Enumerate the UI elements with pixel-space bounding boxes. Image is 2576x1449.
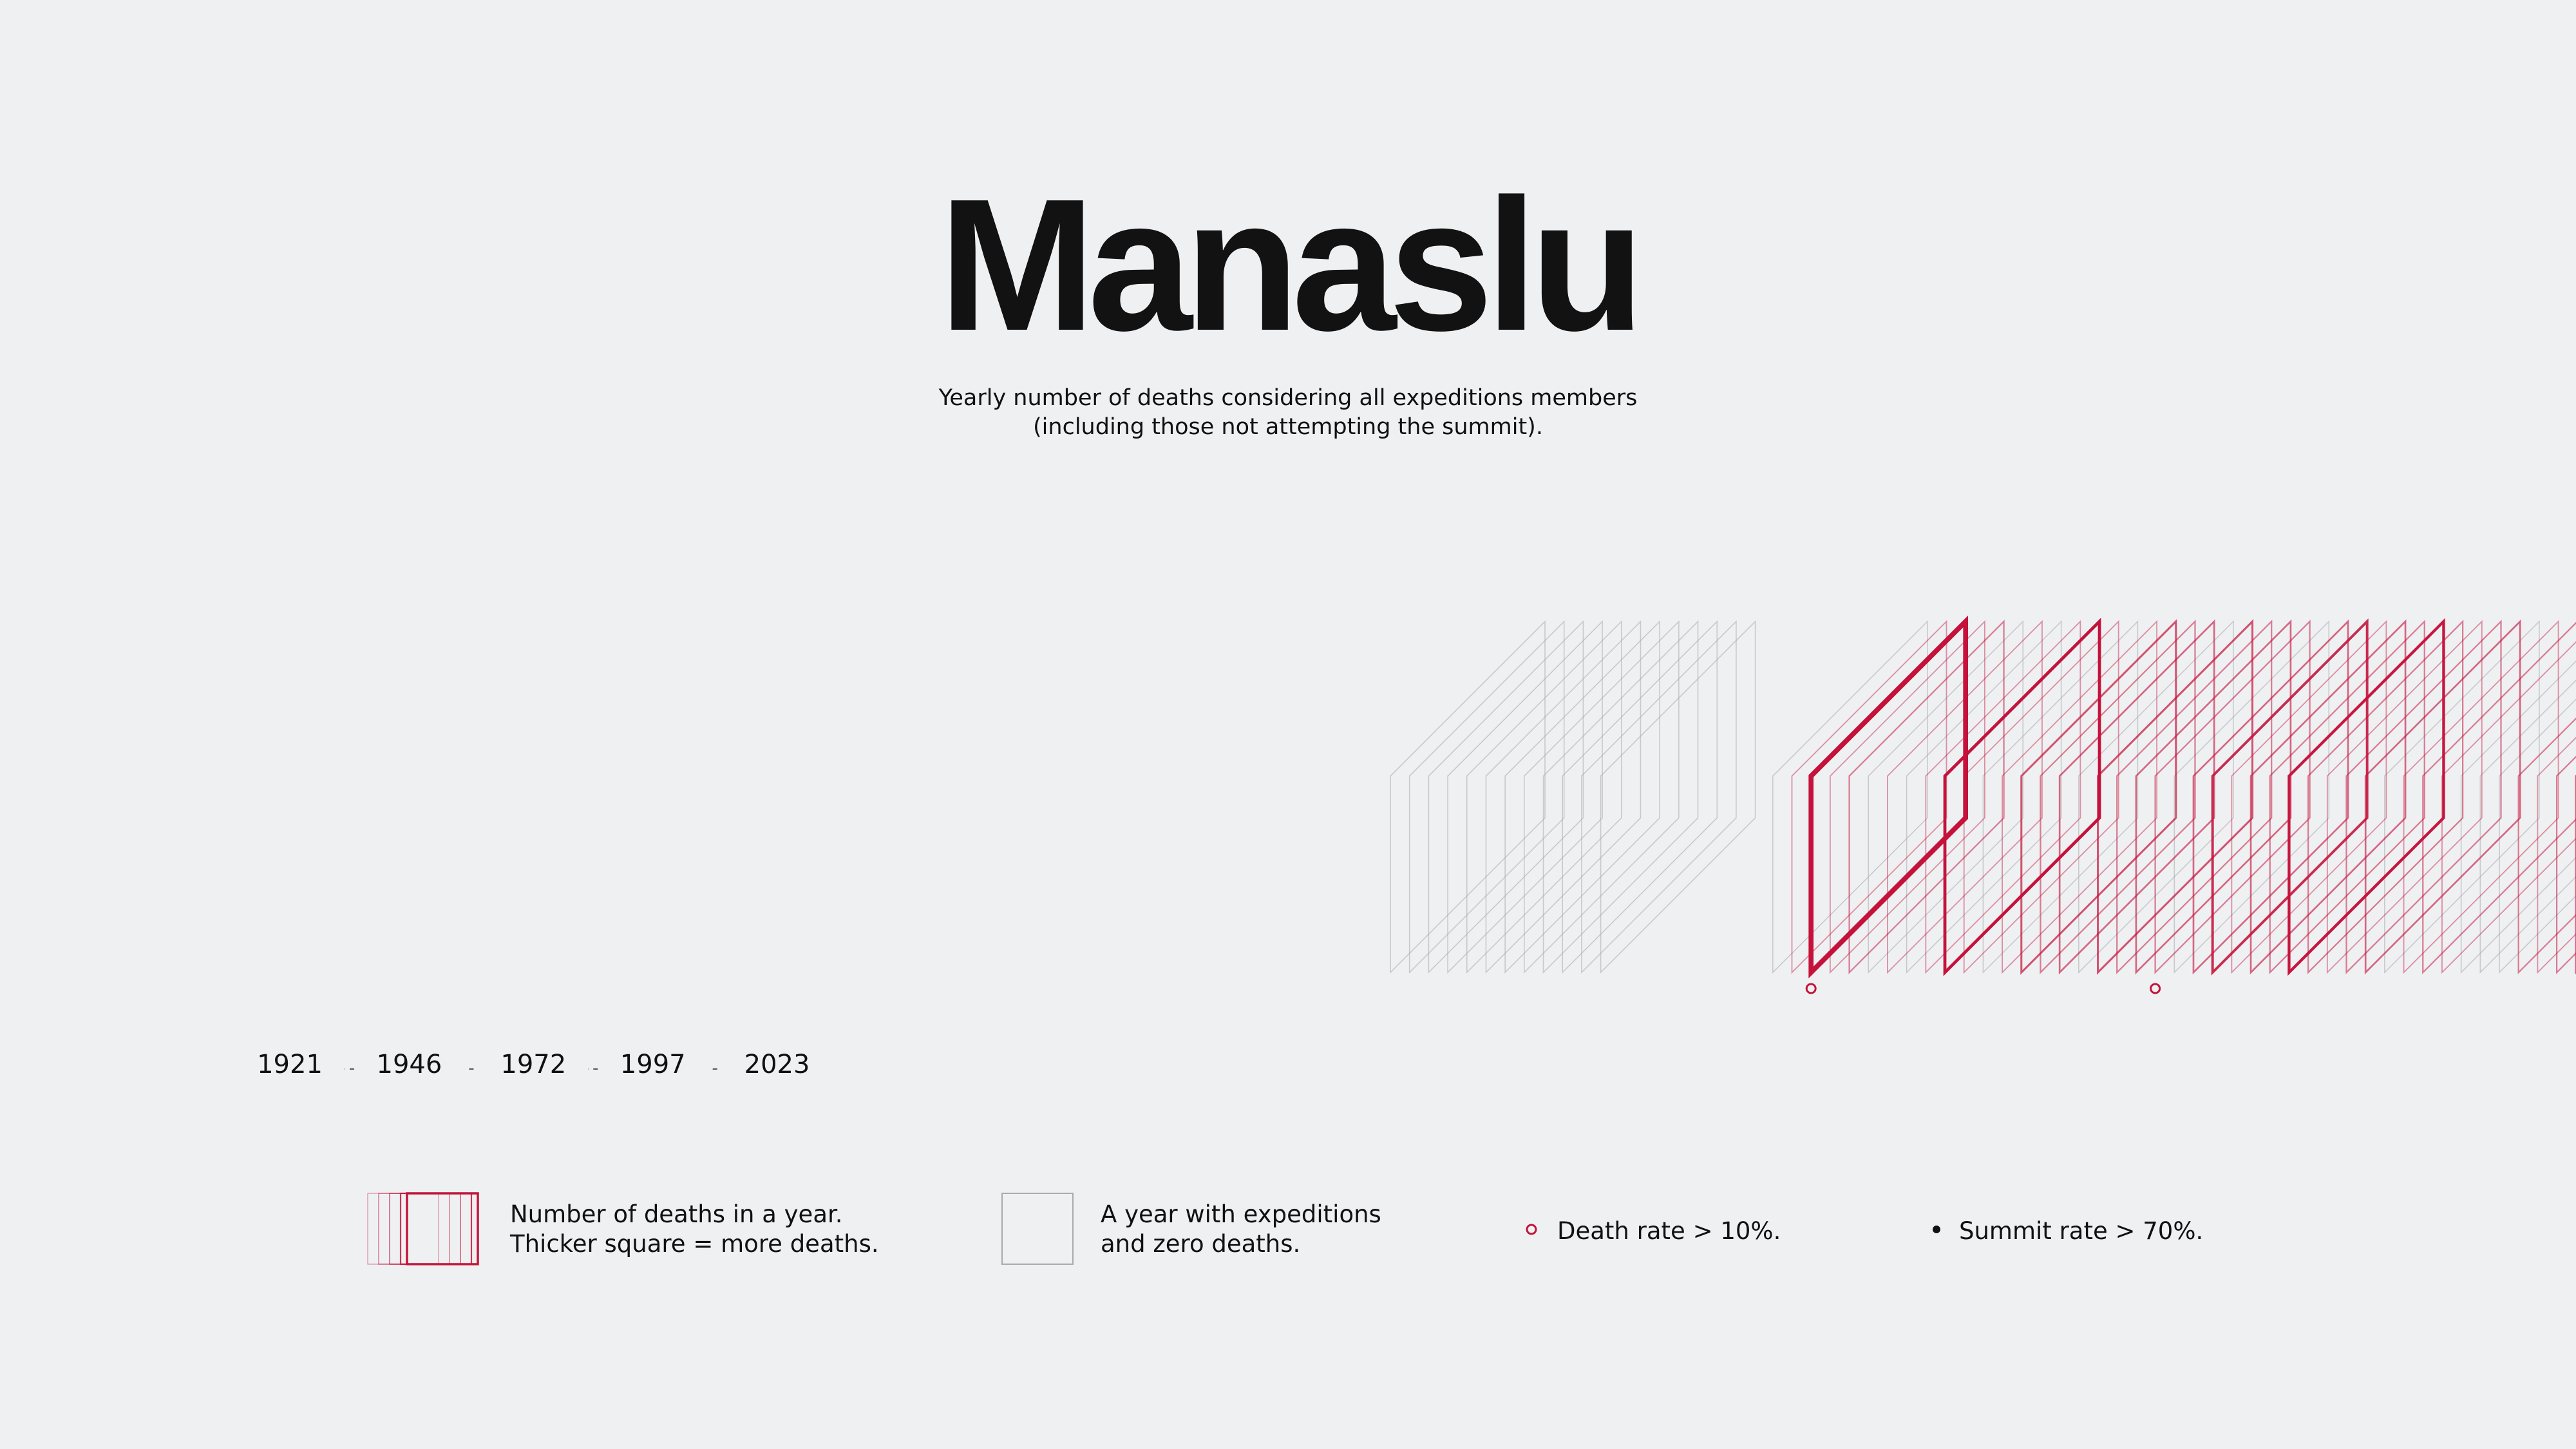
year-square-2003 [2403,620,2559,974]
year-square-1953 [1447,620,1603,974]
legend-summit-rate-icon [1933,1226,1940,1233]
year-square-1978 [1925,620,2081,974]
legend-zero-line-2: and zero deaths. [1101,1230,1301,1258]
x-tick-label-1972: 1972 [500,1050,567,1079]
x-tick-label-2023: 2023 [744,1050,810,1079]
legend-deaths-line-2: Thicker square = more deaths. [510,1230,879,1258]
year-square-1994 [2231,620,2387,974]
legend-summit-rate-text: Summit rate > 70%. [1959,1217,2204,1245]
year-square-1955 [1485,620,1642,974]
legend-zero-line-1: A year with expeditions [1101,1200,1381,1228]
year-square-1956 [1504,620,1660,974]
legend-death-rate-icon [1526,1224,1537,1235]
year-square-2000 [2345,620,2502,974]
year-square-1960 [1581,620,1737,974]
year-square-1961 [1600,620,1756,974]
year-square-1952 [1428,620,1584,974]
year-square-1990 [2154,620,2311,974]
x-tick-label-1946: 1946 [376,1050,442,1079]
year-square-1986 [2078,620,2234,974]
year-square-1971 [1791,620,1947,974]
year-square-1980 [1963,620,2119,974]
year-square-1984 [2040,620,2196,974]
year-square-1995 [2249,619,2407,975]
year-square-2002 [2384,620,2540,974]
year-square-1973 [1829,620,1985,974]
legend-death-rate-text: Death rate > 10%. [1557,1217,1781,1245]
year-square-1977 [1906,620,2062,974]
year-square-1998 [2307,620,2464,974]
death-rate-marker-1972 [1805,983,1817,994]
legend-deaths-text: Number of deaths in a year. Thicker squa… [510,1200,879,1259]
year-square-1950 [1390,620,1546,974]
death-rate-marker-1990 [2150,983,2161,994]
x-tick-label-1921: 1921 [257,1050,323,1079]
year-square-1974 [1848,620,2005,974]
year-square-1970 [1772,620,1928,974]
year-square-2009 [2517,717,2576,974]
year-square-1958 [1542,620,1699,974]
legend-zero-text: A year with expeditions and zero deaths. [1101,1200,1381,1259]
year-square-1951 [1408,620,1565,974]
x-tick-label-1997: 1997 [620,1050,686,1079]
year-square-2011 [2555,755,2576,974]
year-square-1954 [1466,620,1622,974]
year-square-1972 [1808,615,1969,979]
year-square-1992 [2192,619,2349,975]
year-square-1982 [2002,620,2158,974]
legend-deaths-icon [367,1192,479,1265]
legend-zero-icon [1001,1193,1074,1265]
legend-deaths-line-1: Number of deaths in a year. [510,1200,843,1228]
year-square-1959 [1562,620,1718,974]
year-square-1957 [1524,620,1680,974]
